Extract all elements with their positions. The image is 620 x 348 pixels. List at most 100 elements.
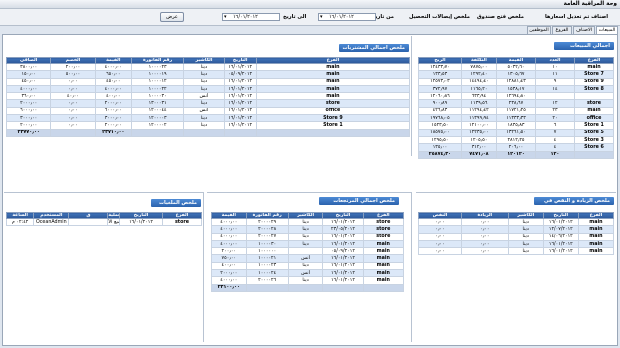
table-cell: ١٢٠٠٠٤٤ — [130, 106, 185, 116]
returns-table[interactable]: القيمة رقم الفاتورة الكاشير التاريخ الفرع ٤٠… — [211, 212, 405, 292]
table-row[interactable]: ٤٠٠٠٫٠٠ ٢٠٠٠٠٢٦ دينا ١٦/٠١/٢٠١٢ main — [211, 276, 405, 285]
table-row[interactable]: ٠٫٠٠ ٠٫٠٠ دينا ١٦/٠١/٢٠١٢ main — [418, 247, 615, 256]
table-row[interactable]: ٠٫٠٠ ٠٫٠٠ دينا ١٦/٠١/٢٠١٢ main — [418, 217, 615, 227]
table-cell: ١١٧٢١٫٢٥ — [495, 106, 536, 116]
table-cell: ٠٫٠٠ — [50, 84, 96, 94]
table-row[interactable]: ٠٫٠٠ ٠٫٠٠ دينا ١٢/٠٧/٢٠١٢ main — [418, 225, 615, 234]
table-cell — [573, 92, 615, 101]
table-row[interactable]: ٤٥٠٫٠٠ ٠٫٠٠ ٤٥٠٫٠٠ ١٠٠٠٠١٢ دينا ١٦/٠١/٢٠١٢ mai… — [5, 77, 411, 86]
table-cell: ٤٠٠٠٫٠٠ — [211, 225, 247, 234]
from-date-picker[interactable]: ▾ ١٦/٠١/٢٠١٢ — [318, 13, 376, 21]
table-cell: ٠٫٠٠ — [418, 232, 462, 241]
table-row[interactable]: ٤٠٠٠٫٠٠ ٢٠٠٠٠٢٧ دينا ١٦/٠١/٢٠١٢ store — [211, 232, 405, 241]
tab-items[interactable]: الاصناف — [573, 26, 595, 34]
column-header[interactable]: العملية — [107, 212, 121, 219]
table-row[interactable]: ١٨٥٧٥٫٠٠ ١٢٢٣٥٫٠٠ ١٣٢٦١٫٥٠ ٧ Store 5 — [418, 128, 615, 137]
table-row[interactable]: ١٢٤٣٣٫٧٠ ٧٨٧٥٫٠٠ ٥٠٣٢٫٦٠ ١٠ main — [418, 62, 615, 72]
tab-employees[interactable]: الموظفين — [527, 26, 551, 34]
table-row[interactable]: ٤٠٠٠٫٠٠ ٢٠٠٠٠٢٨ دينا ٢٣/٠٥/٢٠١٢ store — [211, 225, 405, 234]
table-cell: ٢٠٠٠٠٢٧ — [245, 232, 289, 241]
table-cell: ٣١٢٫٠٠ — [460, 143, 497, 152]
tab-sales[interactable]: المبيعات — [596, 26, 618, 34]
table-cell: ١٢ — [534, 99, 575, 108]
table-cell: main — [573, 62, 615, 72]
table-cell: ١٤/٠٦/٢٠١٢ — [542, 232, 579, 241]
cashbox-open-summary-link[interactable]: ملخص فتح صندوق — [477, 14, 524, 20]
table-cell: main — [255, 92, 411, 101]
show-button[interactable]: عرض — [160, 12, 184, 22]
table-row[interactable]: ٣٨٠٠٫٠٠ ٢٠٠٫٠٠ ٤٠٠٠٫٠٠ ١٠٠٠٠٢٣ دينا ١٦/٠١/٢٠١… — [5, 62, 411, 72]
table-row[interactable]: ٢٠٠٠٫٠٠ ١٠٠٠٠٢٤ أنس ١٦/٠١/٢٠١٢ main — [211, 269, 405, 278]
table-cell: دينا — [507, 225, 544, 234]
table-row[interactable]: ١٢٩٥٫٥٠ ١٢٠٥٫٥٠ ٢٨١٢٫٢٥ ٤ Store 3 — [418, 135, 615, 145]
table-cell: ٤٢٦٫٨٣ — [418, 106, 462, 116]
sales-table[interactable]: الربح التكلفة القيمة العدد الفرع ١٢٤٣٣٫٧٠ ٧٨٧… — [418, 57, 615, 159]
table-cell: ٠٫٠٠ — [418, 217, 462, 227]
table-cell: دينا — [287, 261, 324, 271]
total-cell — [223, 128, 257, 137]
table-cell: ١٠٠٠٠٢١ — [245, 254, 289, 263]
chevron-down-icon[interactable]: ▾ — [320, 14, 323, 21]
total-cell: ٢٣٧١٠٫٠٠ — [94, 128, 132, 137]
table-row[interactable]: ٢٠٠٠٫٠٠ ٠٫٠٠ ٢٠٠٠٫٠٠ ١٢٠٠٠٠٢ دينا ١٦/٠١/٢٠١٢ S… — [5, 121, 411, 130]
table-cell: ٦٠٠٠٫٠٠ — [5, 106, 52, 116]
table-cell: ١٦/٠١/٢٠١٢ — [542, 239, 579, 249]
table-row[interactable]: ٤٠٠٠٫٠٠ ١٠٠٠٠٣٠ دينا ١٦/٠١/٢٠١٢ main — [211, 239, 405, 249]
table-row[interactable]: ١٢٠٦٠٫٨٦ ٦٣٣٫٩٤ ١٢٦٩٤٫٨٠ — [418, 92, 615, 101]
table-row[interactable]: ٤٢٦٫٨٣ ١١٢٩٤٫٤٢ ١١٧٢١٫٢٥ ٢٣ main — [418, 106, 615, 116]
table-row[interactable]: ١٥٠٫٠٠ ٥٠٠٫٠٠ ٦٥٠٫٠٠ ١٠٠٠٠١٩ دينا ٠٥/٠٩/٢٠١٢ m… — [5, 70, 411, 79]
table-row[interactable]: ٤٠٠٠٫٠٠ ٠٫٠٠ ٤٠٠٠٫٠٠ ١٠٠٠٠٢٢ دينا ١٦/٠١/٢٠١٢ m… — [5, 84, 411, 94]
table-cell: Store 1 — [255, 121, 411, 130]
table-cell: أنس — [287, 269, 324, 278]
table-row[interactable]: ١٢٥٧٣٫٠٣ ١٤٤٩٤٫٤٠ ١٢٨٨١٫٤٣ ٩ Store 9 — [418, 77, 615, 86]
table-cell: ٤٠٠٠٫٠٠ — [94, 84, 132, 94]
purchases-table[interactable]: الصافي الخصم القيمة رقم الفاتورة الكاشير التا… — [5, 57, 411, 137]
table-cell: main — [255, 62, 411, 72]
table-cell: ٠٫٠٠ — [460, 217, 509, 227]
total-cell — [245, 283, 289, 292]
table-cell: ١٥٢٣٫٥٠ — [418, 121, 462, 130]
table-cell: ١٩٧٦٨٫٠٥ — [418, 114, 462, 123]
table-row[interactable]: ٠٢:٤٢ مOceanAdmin إلغاء جميع الأ...١٦/٠١/… — [5, 217, 203, 227]
table-row[interactable]: ٧٥٠٫٠٠ ١٠٠٠٠٢١ أنس ١٦/٠١/٢٠١٢ main — [211, 254, 405, 263]
collection-receipts-summary-link[interactable]: ملخص إيصالات التحصيل — [409, 14, 470, 20]
table-cell: Store 9 — [255, 114, 411, 123]
voids-table[interactable]: الساعةالمستخدمقالعمليةالتاريخالفرع ٠٢:٤٢… — [5, 212, 203, 227]
table-row[interactable]: ٣٠٠٠٫٠٠ ٠٫٠٠ ٣٠٠٠٫٠٠ ١٢٠٠٠٠٣ دينا ١٦/٠١/٢٠١٢ S… — [5, 114, 411, 123]
table-row[interactable]: ٣٦٠٫٠٠ ٤٠٫٠٠ ٤٠٠٫٠٠ ١٠٠٠٠٣٠ أنس ١٦/٠١/٢٠١٢ mai… — [5, 92, 411, 101]
cash-variance-table[interactable]: النقص الزيادة الكاشير التاريخ الفرع ٠٫٠٠ ٠٫٠٠… — [418, 212, 615, 256]
table-row[interactable]: ١٣٥٫٠٠ ٣١٢٫٠٠ ٢٠٦٫٠٠ ٤ Store 6 — [418, 143, 615, 152]
tab-branches[interactable]: الفروع — [552, 26, 572, 34]
chevron-down-icon[interactable]: ▾ — [224, 14, 227, 21]
table-cell: ١٣٣٫٥٣ — [418, 70, 462, 79]
table-cell: ٦٠٠٠٫٠٠ — [94, 106, 132, 116]
table-cell: ١٦/٠١/٢٠١٢ — [322, 239, 364, 249]
table-cell: ٢٣ — [534, 106, 575, 116]
table-cell: ١٠٠٠٠٢٤ — [245, 269, 289, 278]
table-row[interactable]: ٠٫٠٠ ٠٫٠٠ دينا ١٤/٠٦/٢٠١٢ main — [418, 232, 615, 241]
table-row[interactable]: ٩٠٠٫٨٩ ١١٣٩٫٥٦ ٢٣٨٫٦٧ ١٢ store — [418, 99, 615, 108]
table-row[interactable]: ٢٠٠٫٠٠ ١٠٠٠٠٠٠ ٠٥/٠٩/٢٠١٢ main — [211, 247, 405, 256]
table-row[interactable]: ٤٠٠٠٫٠٠ ٢٠٠٠٠٢٩ دينا ١٦/٠١/٢٠١٢ store — [211, 217, 405, 227]
table-row[interactable]: ٠٫٠٠ ٠٫٠٠ دينا ١٦/٠١/٢٠١٢ main — [418, 239, 615, 249]
table-cell: ١٢٢٣٥٫٠٠ — [460, 128, 497, 137]
table-row[interactable]: ١٥٢٣٫٥٠ ١٢١٠٠٫٠٠ ١٨٣٥٫٨٣ ٦ Store 1 — [418, 121, 615, 130]
price-changed-items-link[interactable]: اصناف تم تعديل اسعارها — [545, 14, 608, 20]
table-cell: ١٦/٠١/٢٠١٢ — [542, 247, 579, 256]
table-cell: main — [255, 84, 411, 94]
table-row[interactable]: ٤٠٠٫٠٠ ١٠٠٠٠٢٣ دينا ١٦/٠١/٢٠١٢ main — [211, 261, 405, 271]
table-row[interactable]: ١٣٣٫٥٣ ١٢٩٢٫٤٠ ١٣٠٥٫٦٧ ١١ Store 7 — [418, 70, 615, 79]
table-cell: ١٨٥٧٥٫٠٠ — [418, 128, 462, 137]
total-cell — [183, 128, 225, 137]
table-cell: ١٣٠٠٠٣١ — [130, 99, 185, 108]
table-cell: ١٠٠٠٠٣٠ — [130, 92, 185, 101]
column-header[interactable]: رقم الفاتورة — [245, 212, 289, 219]
table-row[interactable]: ٢٠٠٠٫٠٠ ٠٫٠٠ ٢٠٠٠٫٠٠ ١٣٠٠٠٣١ دينا ١٦/٠١/٢٠١٢ s… — [5, 99, 411, 108]
table-cell: ١٦/٠١/٢٠١٢ — [322, 276, 364, 285]
table-row[interactable]: ٣٧٢٫٩٧ ١١٦٥٫٢٠ ١٥٣٨٫١٧ ١٤ Store 8 — [418, 84, 615, 94]
to-date-picker[interactable]: ▾ ١٦/٠١/٢٠١٢ — [222, 13, 280, 21]
table-row[interactable]: ١٩٧٦٨٫٠٥ ١١٣٩٩٫٩٤ ١١٣٣٣٫٣٣ ٢٠ office — [418, 114, 615, 123]
table-row[interactable]: ٦٠٠٠٫٠٠ ٠٫٠٠ ٦٠٠٠٫٠٠ ١٢٠٠٠٤٤ أنس ١٦/٠١/٢٠١٢ of… — [5, 106, 411, 116]
table-cell: main — [577, 239, 615, 249]
table-cell: ٩ — [534, 77, 575, 86]
